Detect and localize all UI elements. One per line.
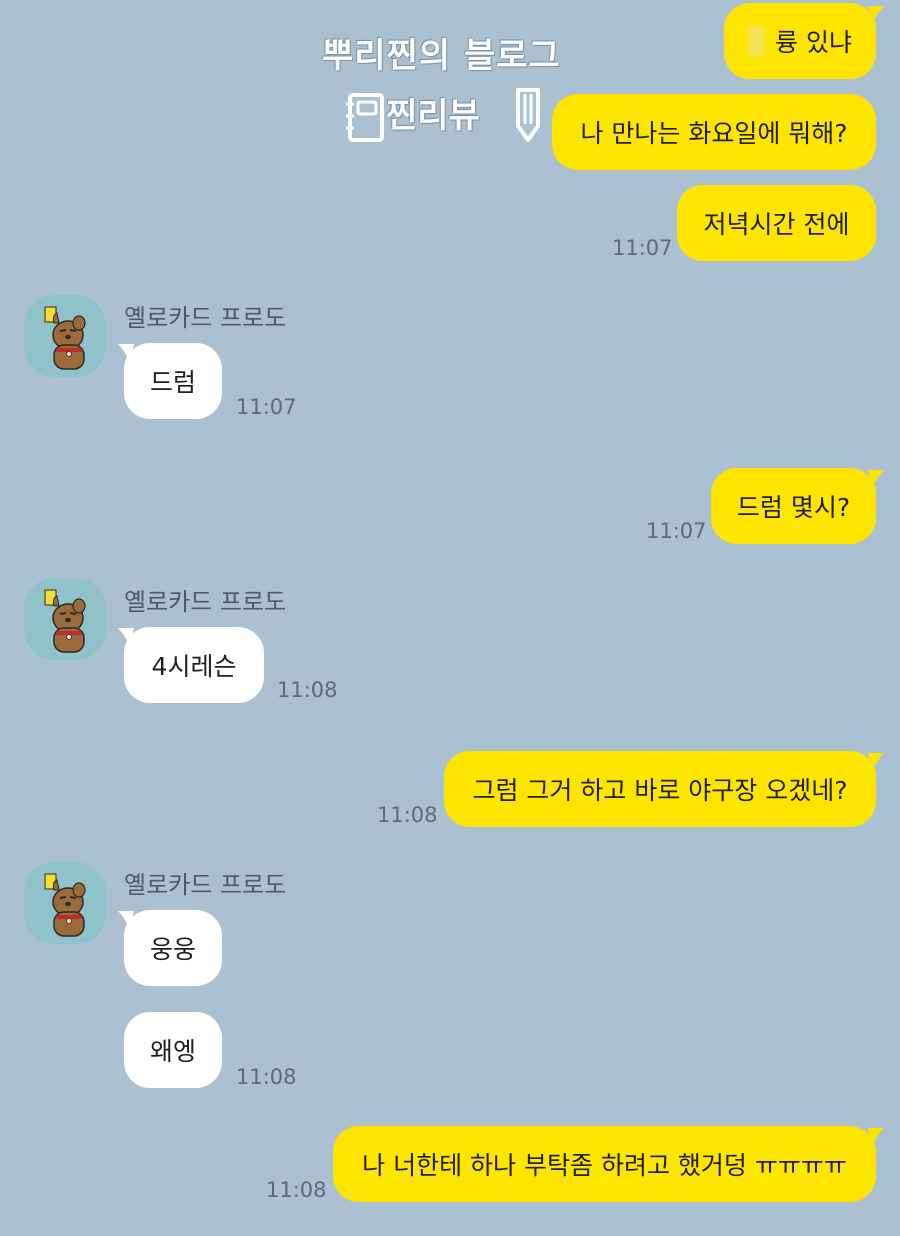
bubble-tail-right [868, 753, 884, 771]
message-text: 저녁시간 전에 [703, 210, 850, 239]
message-time: 11:07 [646, 519, 707, 543]
message-time: 11:08 [266, 1178, 327, 1202]
message-bubble-theirs[interactable]: 드럼 [124, 343, 222, 419]
pencil-icon [516, 88, 540, 142]
message-text: 나 만나는 화요일에 뭐해? [580, 119, 848, 148]
message-time: 11:08 [277, 678, 338, 702]
message-time: 11:07 [612, 236, 673, 260]
bubble-tail-left [118, 911, 134, 929]
message-bubble-mine[interactable]: 나 너한테 하나 부탁좀 하려고 했거덩 ㅠㅠㅠㅠ [333, 1126, 876, 1202]
frodo-avatar-icon [44, 873, 86, 937]
frodo-avatar-icon [44, 589, 86, 653]
sender-avatar[interactable] [24, 295, 106, 377]
message-bubble-mine[interactable]: 그럼 그거 하고 바로 야구장 오겠네? [444, 751, 876, 827]
message-text: 드럼 [149, 368, 196, 397]
message-bubble-mine[interactable]: 저녁시간 전에 [677, 185, 876, 261]
message-bubble-mine[interactable]: 륭 있냐 [724, 3, 876, 79]
frodo-avatar-icon [44, 306, 86, 370]
message-bubble-mine[interactable]: 나 만나는 화요일에 뭐해? [552, 94, 876, 170]
watermark-title: 뿌리찐의 블로그 [322, 36, 561, 76]
message-text: 웅웅 [149, 935, 196, 964]
sender-name: 옐로카드 프로도 [124, 588, 287, 616]
message-time: 11:08 [377, 803, 438, 827]
bubble-tail-right [868, 6, 884, 24]
blog-watermark: 뿌리찐의 블로그 찐리뷰 [322, 28, 582, 148]
message-text: 륭 있냐 [775, 28, 852, 57]
message-bubble-theirs[interactable]: 왜엥 [124, 1012, 222, 1088]
notebook-icon [346, 93, 384, 142]
bubble-tail-right [868, 470, 884, 488]
sender-name: 옐로카드 프로도 [124, 304, 287, 332]
message-time: 11:07 [236, 395, 297, 419]
message-text: 왜엥 [149, 1037, 196, 1066]
sender-avatar[interactable] [24, 862, 106, 944]
message-text: 나 너한테 하나 부탁좀 하려고 했거덩 ㅠㅠㅠㅠ [362, 1151, 847, 1180]
message-bubble-theirs[interactable]: 4시레슨 [124, 627, 264, 703]
message-text: 드럼 몇시? [736, 493, 851, 522]
message-time: 11:08 [236, 1065, 297, 1089]
message-bubble-theirs[interactable]: 웅웅 [124, 910, 222, 986]
message-text: 그럼 그거 하고 바로 야구장 오겠네? [472, 776, 848, 805]
watermark-subtitle: 찐리뷰 [386, 96, 480, 136]
bubble-tail-left [118, 628, 134, 646]
bubble-tail-right [868, 1128, 884, 1146]
message-text: 4시레슨 [151, 652, 237, 681]
sender-avatar[interactable] [24, 578, 106, 660]
blurred-name [748, 26, 766, 56]
message-bubble-mine[interactable]: 드럼 몇시? [711, 468, 876, 544]
bubble-tail-left [118, 344, 134, 362]
sender-name: 옐로카드 프로도 [124, 871, 287, 899]
